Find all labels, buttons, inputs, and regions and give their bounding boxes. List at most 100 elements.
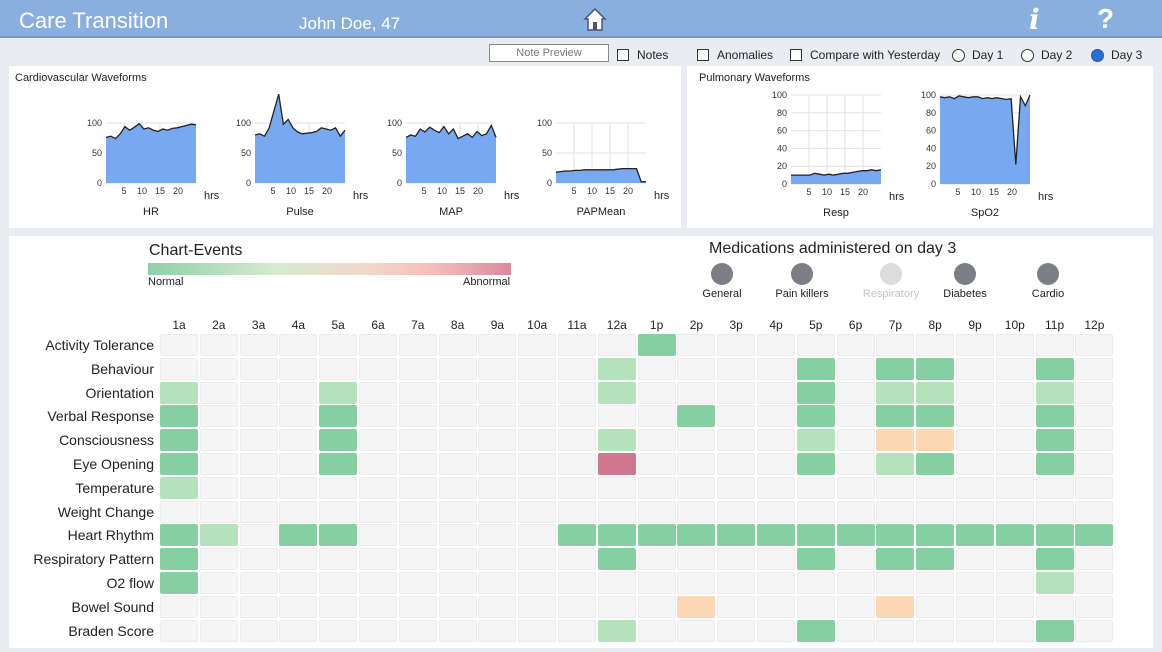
event-cell[interactable] [160,381,198,404]
event-cell[interactable] [796,595,835,618]
event-cell[interactable] [995,453,1034,475]
compare-checkbox[interactable]: Compare with Yesterday [790,47,940,63]
event-cell[interactable] [279,595,318,618]
event-cell[interactable] [438,453,477,475]
med-diabetes[interactable]: Diabetes [925,263,1005,300]
event-cell[interactable] [876,548,915,571]
event-cell[interactable] [796,524,835,547]
event-cell[interactable] [398,595,437,618]
event-cell[interactable] [597,429,636,452]
event-cell[interactable] [995,405,1034,428]
event-cell[interactable] [677,381,716,404]
event-cell[interactable] [757,334,795,356]
event-cell[interactable] [876,429,915,452]
event-cell[interactable] [558,595,596,618]
event-cell[interactable] [239,405,278,428]
event-cell[interactable] [1035,524,1074,547]
event-cell[interactable] [637,572,676,594]
day-2-radio[interactable]: Day 2 [1021,47,1072,63]
event-cell[interactable] [359,429,397,452]
event-cell[interactable] [398,548,437,571]
event-cell[interactable] [518,476,557,499]
event-cell[interactable] [1035,357,1074,380]
event-cell[interactable] [677,595,716,618]
event-cell[interactable] [438,476,477,499]
event-cell[interactable] [956,381,994,404]
event-cell[interactable] [438,500,477,523]
event-cell[interactable] [359,381,397,404]
event-cell[interactable] [717,595,756,618]
event-cell[interactable] [279,429,318,452]
event-cell[interactable] [478,476,517,499]
event-cell[interactable] [757,572,795,594]
event-cell[interactable] [1035,405,1074,428]
help-button[interactable]: ? [1097,3,1114,35]
event-cell[interactable] [836,381,875,404]
event-cell[interactable] [717,572,756,594]
event-cell[interactable] [319,476,358,499]
event-cell[interactable] [836,334,875,356]
event-cell[interactable] [518,572,557,594]
event-cell[interactable] [279,548,318,571]
event-cell[interactable] [478,595,517,618]
event-cell[interactable] [956,357,994,380]
event-cell[interactable] [160,405,198,428]
note-preview-button[interactable]: Note Preview [489,44,609,62]
event-cell[interactable] [876,595,915,618]
event-cell[interactable] [796,453,835,475]
checkbox-box[interactable] [617,49,629,61]
event-cell[interactable] [359,524,397,547]
event-cell[interactable] [319,548,358,571]
event-cell[interactable] [279,453,318,475]
med-pain-killers[interactable]: Pain killers [762,263,842,300]
event-cell[interactable] [239,334,278,356]
event-cell[interactable] [398,524,437,547]
event-cell[interactable] [239,572,278,594]
event-cell[interactable] [916,429,955,452]
event-cell[interactable] [717,548,756,571]
event-cell[interactable] [717,619,756,642]
event-cell[interactable] [995,524,1034,547]
event-cell[interactable] [199,381,238,404]
event-cell[interactable] [160,357,198,380]
event-cell[interactable] [717,453,756,475]
event-cell[interactable] [796,572,835,594]
event-cell[interactable] [717,524,756,547]
event-cell[interactable] [478,548,517,571]
event-cell[interactable] [916,500,955,523]
event-cell[interactable] [438,357,477,380]
event-cell[interactable] [319,405,358,428]
event-cell[interactable] [796,500,835,523]
event-cell[interactable] [916,381,955,404]
event-cell[interactable] [279,357,318,380]
event-cell[interactable] [916,357,955,380]
home-button[interactable] [581,5,609,33]
event-cell[interactable] [398,572,437,594]
event-cell[interactable] [677,453,716,475]
event-cell[interactable] [558,357,596,380]
event-cell[interactable] [398,357,437,380]
event-cell[interactable] [239,429,278,452]
event-cell[interactable] [518,500,557,523]
event-cell[interactable] [558,500,596,523]
event-cell[interactable] [478,572,517,594]
event-cell[interactable] [398,429,437,452]
event-cell[interactable] [199,405,238,428]
event-cell[interactable] [956,476,994,499]
event-cell[interactable] [796,619,835,642]
event-cell[interactable] [796,334,835,356]
event-cell[interactable] [160,595,198,618]
event-cell[interactable] [677,619,716,642]
event-cell[interactable] [279,381,318,404]
event-cell[interactable] [438,619,477,642]
event-cell[interactable] [199,357,238,380]
event-cell[interactable] [359,619,397,642]
event-cell[interactable] [597,405,636,428]
event-cell[interactable] [916,453,955,475]
event-cell[interactable] [518,453,557,475]
event-cell[interactable] [637,334,676,356]
event-cell[interactable] [199,619,238,642]
event-cell[interactable] [558,572,596,594]
event-cell[interactable] [995,429,1034,452]
event-cell[interactable] [160,453,198,475]
